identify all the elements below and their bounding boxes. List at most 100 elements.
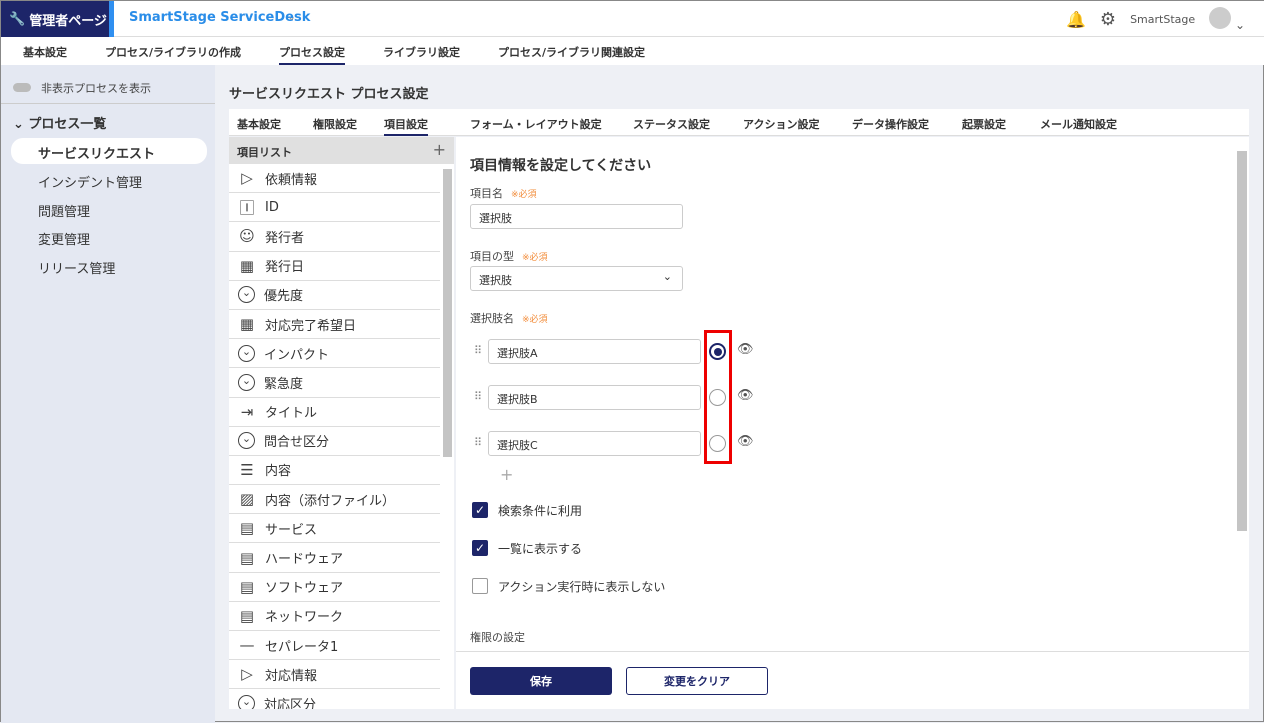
checkbox-label: 一覧に表示する <box>498 542 583 556</box>
admin-page-button[interactable]: 🔧 管理者ページ <box>1 1 109 37</box>
nav-create[interactable]: プロセス/ライブラリの作成 <box>105 37 241 65</box>
list-item[interactable]: ▨ 内容（添付ファイル） <box>229 485 440 515</box>
checkbox-label: 検索条件に利用 <box>498 504 583 518</box>
form-heading: 項目情報を設定してください <box>470 158 652 174</box>
sidebar-item-release[interactable]: リリース管理 <box>11 253 207 279</box>
user-menu[interactable]: ⌄ <box>1209 7 1245 32</box>
list-item[interactable]: ☺ 発行者 <box>229 222 440 252</box>
drag-handle-icon[interactable]: ⠿ <box>474 390 482 403</box>
option-input[interactable]: 選択肢B <box>488 385 701 410</box>
list-item-label: 内容 <box>265 464 292 480</box>
checkbox-label: アクション実行時に表示しない <box>498 580 666 594</box>
list-item[interactable]: — セパレータ1 <box>229 631 440 661</box>
list-item-label: ネットワーク <box>265 610 344 626</box>
drag-handle-icon[interactable]: ⠿ <box>474 344 482 357</box>
list-item-label: ID <box>265 199 279 215</box>
checkbox[interactable]: ✓ <box>472 502 488 518</box>
nav-related[interactable]: プロセス/ライブラリ関連設定 <box>498 37 645 65</box>
archive-icon: ▤ <box>239 606 255 625</box>
item-list-header: 項目リスト + <box>229 137 454 164</box>
type-label: 項目の型 ※必須 <box>470 248 548 264</box>
list-item[interactable]: ▤ サービス <box>229 514 440 544</box>
list-item-label: 依頼情報 <box>265 172 318 188</box>
item-type-select[interactable]: 選択肢 ⌄ <box>470 266 683 291</box>
list-item[interactable]: ▤ ネットワーク <box>229 602 440 631</box>
add-item-button[interactable]: + <box>433 140 446 159</box>
label-text: 選択肢名 <box>470 312 514 325</box>
tab-form-layout[interactable]: フォーム・レイアウト設定 <box>470 116 602 132</box>
option-input[interactable]: 選択肢A <box>488 339 701 364</box>
item-detail-panel: 項目情報を設定してください 項目名 ※必須 選択肢 項目の型 ※必須 選択肢 ⌄ 選択… <box>456 137 1249 651</box>
list-item-label: ハードウェア <box>265 552 344 568</box>
chevron-down-icon: ⌄ <box>662 270 672 283</box>
id-icon: 🄸 <box>239 198 255 217</box>
list-item-label: タイトル <box>265 406 318 422</box>
highlight-box <box>704 330 732 464</box>
tab-permission[interactable]: 権限設定 <box>313 116 357 132</box>
options-label: 選択肢名 ※必須 <box>470 310 548 326</box>
tab-items[interactable]: 項目設定 <box>384 116 428 136</box>
tab-mail[interactable]: メール通知設定 <box>1040 116 1117 132</box>
list-item[interactable]: ⇥ タイトル <box>229 398 440 427</box>
divider <box>1 103 215 104</box>
chevron-circle-icon: ⌄ <box>238 286 255 304</box>
nav-basic[interactable]: 基本設定 <box>23 37 67 65</box>
avatar <box>1209 7 1232 29</box>
bell-icon[interactable]: 🔔 <box>1066 10 1086 29</box>
list-item[interactable]: ⌄ 問合せ区分 <box>229 427 440 456</box>
app-header: 🔧 管理者ページ SmartStage ServiceDesk ⌄ 🔔 ⚙ Sma… <box>1 1 1264 37</box>
eye-icon[interactable]: 👁 <box>737 434 754 449</box>
item-list-title: 項目リスト <box>237 146 292 159</box>
list-scrollbar[interactable] <box>443 169 452 457</box>
checkbox[interactable] <box>472 578 488 594</box>
sidebar-item-problem[interactable]: 問題管理 <box>11 196 207 222</box>
list-item-label: 対応完了希望日 <box>265 318 357 334</box>
tab-basic[interactable]: 基本設定 <box>237 116 281 132</box>
chevron-down-icon[interactable]: ⌄ <box>287 10 296 23</box>
option-input[interactable]: 選択肢C <box>488 431 701 456</box>
accent-stripe <box>109 1 114 37</box>
sidebar-item-incident[interactable]: インシデント管理 <box>11 167 207 193</box>
list-item[interactable]: ▷ 対応情報 <box>229 660 440 690</box>
chevron-circle-icon: ⌄ <box>238 432 255 450</box>
list-item[interactable]: ▤ ハードウェア <box>229 543 440 573</box>
eye-icon[interactable]: 👁 <box>737 342 754 357</box>
process-list-group[interactable]: ⌄ プロセス一覧 <box>13 113 106 132</box>
tab-data-ops[interactable]: データ操作設定 <box>852 116 929 132</box>
list-item[interactable]: ⌄ 緊急度 <box>229 368 440 398</box>
list-item-label: 対応区分 <box>264 697 317 709</box>
eye-icon[interactable]: 👁 <box>737 388 754 403</box>
list-item[interactable]: ▦ 対応完了希望日 <box>229 310 440 340</box>
list-item[interactable]: ⌄ 優先度 <box>229 281 440 310</box>
checkbox[interactable]: ✓ <box>472 540 488 556</box>
tab-ticket[interactable]: 起票設定 <box>962 116 1006 132</box>
list-item[interactable]: ▷ 依頼情報 <box>229 164 440 194</box>
archive-icon: ▤ <box>239 548 255 567</box>
list-item[interactable]: ▤ ソフトウェア <box>229 573 440 602</box>
required-mark: ※必須 <box>511 190 537 200</box>
clear-changes-button[interactable]: 変更をクリア <box>626 667 768 695</box>
tab-status[interactable]: ステータス設定 <box>633 116 710 132</box>
panel-scrollbar[interactable] <box>1237 151 1247 531</box>
list-item[interactable]: ▦ 発行日 <box>229 252 440 281</box>
sidebar-item-service-request[interactable]: サービスリクエスト <box>11 138 207 164</box>
save-button[interactable]: 保存 <box>470 667 612 695</box>
list-item-label: 問合せ区分 <box>264 435 330 451</box>
sidebar-item-change[interactable]: 変更管理 <box>11 224 207 250</box>
label-icon: ▷ <box>241 169 253 188</box>
nav-library[interactable]: ライブラリ設定 <box>383 37 460 65</box>
tab-action[interactable]: アクション設定 <box>743 116 819 132</box>
nav-process-settings[interactable]: プロセス設定 <box>279 37 346 65</box>
input-icon: ⇥ <box>240 402 254 421</box>
hidden-process-toggle[interactable] <box>13 83 31 92</box>
drag-handle-icon[interactable]: ⠿ <box>474 436 482 449</box>
gear-icon[interactable]: ⚙ <box>1100 9 1116 30</box>
list-item[interactable]: 🄸 ID <box>229 193 440 223</box>
list-item[interactable]: ⌄ 対応区分 <box>229 689 440 709</box>
list-item[interactable]: ⌄ インパクト <box>229 339 440 369</box>
calendar-icon: ▦ <box>239 315 255 334</box>
add-option-button[interactable]: + <box>500 465 513 484</box>
app-switcher[interactable]: SmartStage ServiceDesk <box>129 10 310 25</box>
item-name-input[interactable]: 選択肢 <box>470 204 683 229</box>
list-item[interactable]: ☰ 内容 <box>229 456 440 486</box>
